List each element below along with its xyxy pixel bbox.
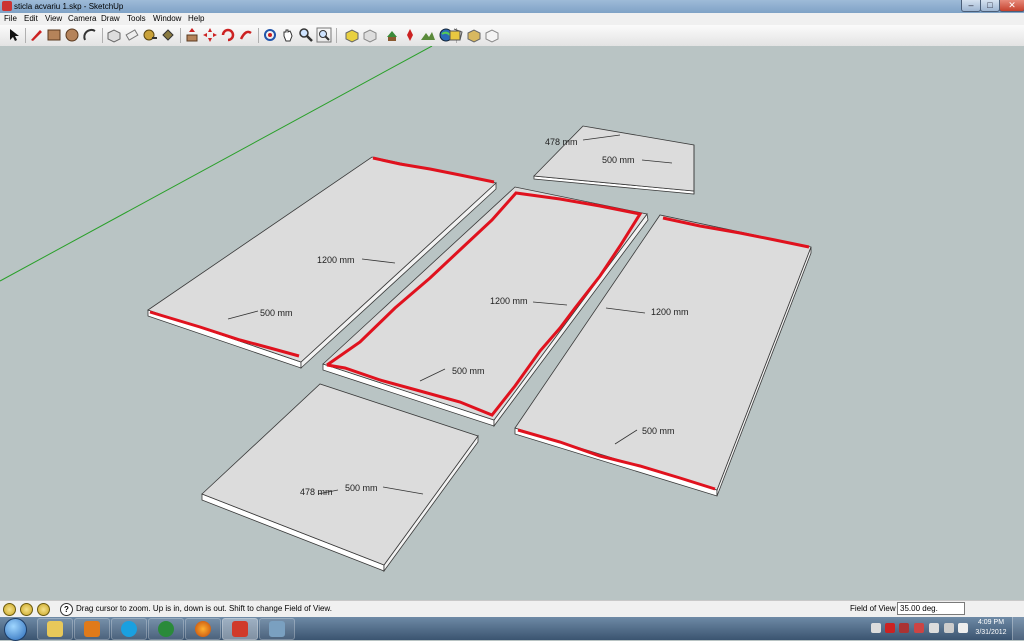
dim-top-small-width: 478 mm — [545, 137, 578, 147]
firefox-icon — [195, 621, 211, 637]
tray-arrow-icon[interactable] — [871, 623, 881, 633]
push-pull-icon[interactable] — [184, 27, 200, 43]
share-component-icon[interactable] — [384, 27, 400, 43]
menu-bar: File Edit View Camera Draw Tools Window … — [0, 13, 1024, 25]
sketchup-app-icon — [2, 1, 12, 11]
eraser-icon[interactable] — [124, 27, 140, 43]
photo-viewer-icon — [269, 621, 285, 637]
circle-tool-icon[interactable] — [64, 27, 80, 43]
media-center-icon — [158, 621, 174, 637]
tray-antivirus-icon[interactable] — [899, 623, 909, 633]
title-bar: sticla acvariu 1.skp - SketchUp – □ ✕ — [0, 0, 1024, 13]
windows-explorer-icon — [47, 621, 63, 637]
windows-taskbar: 4:09 PM 3/31/2012 — [0, 617, 1024, 641]
menu-help[interactable]: Help — [188, 13, 204, 25]
taskbar-media-player[interactable] — [74, 618, 110, 640]
dim-right-length: 1200 mm — [651, 307, 689, 317]
tape-measure-icon[interactable] — [142, 27, 158, 43]
tray-network-icon[interactable] — [944, 623, 954, 633]
model-viewport[interactable]: 478 mm 500 mm 1200 mm 500 mm 1200 mm 500… — [0, 46, 1024, 600]
menu-view[interactable]: View — [45, 13, 62, 25]
arc-tool-icon[interactable] — [82, 27, 98, 43]
taskbar-explorer[interactable] — [37, 618, 73, 640]
maximize-button[interactable]: □ — [980, 0, 1000, 12]
menu-camera[interactable]: Camera — [68, 13, 96, 25]
rectangle-tool-icon[interactable] — [46, 27, 62, 43]
user-icon[interactable] — [37, 603, 50, 616]
dim-top-small-length: 500 mm — [602, 155, 635, 165]
paint-bucket-icon[interactable] — [160, 27, 176, 43]
toggle-terrain-icon[interactable] — [420, 27, 436, 43]
skype-icon — [121, 621, 137, 637]
status-bar: ? Drag cursor to zoom. Up is in, down is… — [0, 600, 1024, 617]
menu-file[interactable]: File — [4, 13, 17, 25]
help-icon[interactable]: ? — [60, 603, 73, 616]
panel-bottom-small — [201, 383, 479, 573]
dim-bottom-small-width: 478 mm — [300, 487, 333, 497]
window-title: sticla acvariu 1.skp - SketchUp — [14, 2, 124, 11]
rotate-icon[interactable] — [220, 27, 236, 43]
pencil-line-tool-icon[interactable] — [28, 27, 44, 43]
follow-me-icon[interactable] — [238, 27, 254, 43]
orbit-icon[interactable] — [262, 27, 278, 43]
minimize-button[interactable]: – — [961, 0, 981, 12]
fov-input[interactable] — [897, 602, 965, 615]
dim-bottom-small-length: 500 mm — [345, 483, 378, 493]
dim-center-width: 500 mm — [452, 366, 485, 376]
menu-tools[interactable]: Tools — [127, 13, 146, 25]
geo-location-icon[interactable] — [3, 603, 16, 616]
start-button[interactable] — [4, 618, 27, 641]
show-desktop-button[interactable] — [1012, 617, 1024, 640]
taskbar-sketchup[interactable] — [222, 618, 258, 640]
zoom-icon[interactable] — [298, 27, 314, 43]
tray-b-icon[interactable] — [885, 623, 895, 633]
fov-label: Field of View — [850, 604, 896, 613]
pan-icon[interactable] — [280, 27, 296, 43]
move-icon[interactable] — [202, 27, 218, 43]
taskbar-firefox[interactable] — [185, 618, 221, 640]
taskbar-clock[interactable]: 4:09 PM 3/31/2012 — [974, 618, 1008, 638]
dim-left-length: 1200 mm — [317, 255, 355, 265]
menu-edit[interactable]: Edit — [24, 13, 38, 25]
select-tool-icon[interactable] — [6, 27, 22, 43]
photo-textures-icon[interactable] — [448, 27, 464, 43]
menu-draw[interactable]: Draw — [101, 13, 120, 25]
taskbar-skype[interactable] — [111, 618, 147, 640]
model-scene — [0, 46, 812, 573]
media-player-icon — [84, 621, 100, 637]
taskbar-media-center[interactable] — [148, 618, 184, 640]
dynamic-components-icon[interactable] — [484, 27, 500, 43]
tray-flag-icon[interactable] — [929, 623, 939, 633]
menu-window[interactable]: Window — [153, 13, 181, 25]
add-location-icon[interactable] — [402, 27, 418, 43]
make-component-icon[interactable] — [106, 27, 122, 43]
tray-ati-icon[interactable] — [914, 623, 924, 633]
share-model-icon[interactable] — [362, 27, 378, 43]
clock-date: 3/31/2012 — [975, 629, 1007, 636]
dim-center-length: 1200 mm — [490, 296, 528, 306]
tray-volume-icon[interactable] — [958, 623, 968, 633]
status-message: Drag cursor to zoom. Up is in, down is o… — [76, 604, 332, 613]
main-toolbar — [0, 25, 1024, 47]
dim-right-width: 500 mm — [642, 426, 675, 436]
sketchup-icon — [232, 621, 248, 637]
taskbar-photo-viewer[interactable] — [259, 618, 295, 640]
get-models-icon[interactable] — [344, 27, 360, 43]
zoom-extents-icon[interactable] — [316, 27, 332, 43]
credits-icon[interactable] — [20, 603, 33, 616]
clock-time: 4:09 PM — [977, 619, 1005, 626]
dim-left-width: 500 mm — [260, 308, 293, 318]
close-button[interactable]: ✕ — [999, 0, 1024, 12]
component-options-icon[interactable] — [466, 27, 482, 43]
